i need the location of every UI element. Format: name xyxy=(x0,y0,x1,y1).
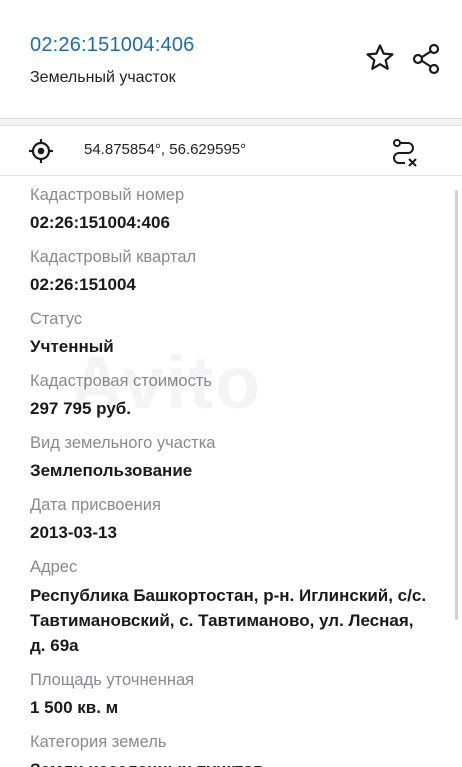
route-button[interactable] xyxy=(388,136,420,168)
field-assignment-date: Дата присвоения 2013-03-13 xyxy=(30,494,432,545)
field-land-category: Категория земель Земли населенных пункто… xyxy=(30,731,432,767)
coordinates-bar: 54.875854°, 56.629595° xyxy=(0,126,462,176)
field-cadastral-value: Кадастровая стоимость 297 795 руб. xyxy=(30,370,432,421)
share-button[interactable] xyxy=(410,42,442,76)
object-type-subtitle: Земельный участок xyxy=(30,69,176,86)
field-cadastral-quarter: Кадастровый квартал 02:26:151004 xyxy=(30,246,432,297)
share-icon xyxy=(412,43,440,75)
field-status: Статус Учтенный xyxy=(30,308,432,359)
location-target-icon xyxy=(29,139,53,163)
field-label: Кадастровый квартал xyxy=(30,248,197,266)
field-value: Республика Башкортостан, р-н. Иглинский,… xyxy=(30,586,427,655)
field-value: 02:26:151004 xyxy=(30,275,136,294)
star-icon xyxy=(366,44,394,70)
details-list: Кадастровый номер 02:26:151004:406 Кадас… xyxy=(0,176,462,767)
field-label: Дата присвоения xyxy=(30,496,161,514)
field-value: 1 500 кв. м xyxy=(30,698,119,717)
field-area: Площадь уточненная 1 500 кв. м xyxy=(30,669,432,720)
field-label: Кадастровый номер xyxy=(30,186,185,204)
field-land-plot-type: Вид земельного участка Землепользование xyxy=(30,432,432,483)
field-value: 02:26:151004:406 xyxy=(30,213,170,232)
scrollbar[interactable] xyxy=(455,190,458,620)
field-value: Учтенный xyxy=(30,337,114,356)
field-label: Статус xyxy=(30,310,83,328)
locate-button[interactable] xyxy=(28,138,54,164)
field-label: Площадь уточненная xyxy=(30,671,195,689)
field-label: Кадастровая стоимость xyxy=(30,372,212,390)
field-address: Адрес Республика Башкортостан, р-н. Игли… xyxy=(30,556,432,658)
field-label: Вид земельного участка xyxy=(30,434,216,452)
field-label: Адрес xyxy=(30,558,78,576)
field-label: Категория земель xyxy=(30,733,167,751)
field-value: 2013-03-13 xyxy=(30,523,117,542)
field-value: 297 795 руб. xyxy=(30,399,132,418)
section-divider xyxy=(0,118,462,126)
coordinates-text[interactable]: 54.875854°, 56.629595° xyxy=(84,141,246,158)
favorite-button[interactable] xyxy=(364,42,396,74)
field-value: Земли населенных пунктов xyxy=(30,758,432,767)
field-value: Землепользование xyxy=(30,461,193,480)
header: 02:26:151004:406 Земельный участок xyxy=(0,0,462,118)
field-cadastral-number: Кадастровый номер 02:26:151004:406 xyxy=(30,184,432,235)
route-clear-icon xyxy=(393,139,417,167)
cadastral-number-title[interactable]: 02:26:151004:406 xyxy=(30,34,462,57)
